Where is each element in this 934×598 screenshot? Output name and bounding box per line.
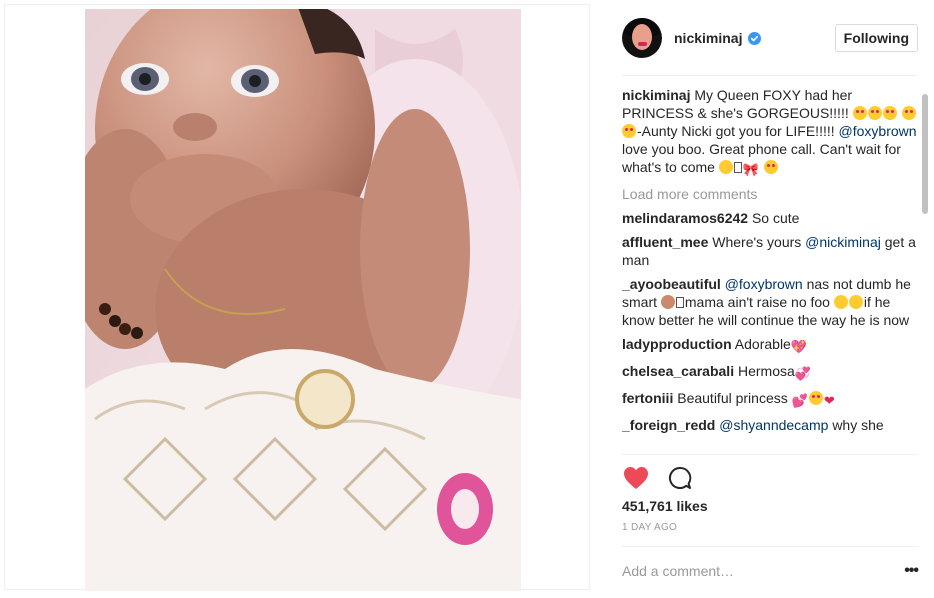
red-heart-emoji-icon: ❤ [823,393,835,408]
more-options-icon[interactable]: ••• [904,562,919,580]
comment-item: melindaramos6242 So cute [622,209,918,227]
heart-eyes-emoji-icon [882,106,897,120]
likes-count[interactable]: 451,761 likes [622,498,708,514]
header-username[interactable]: nickiminaj [674,30,742,46]
unsupported-glyph-icon [675,297,684,308]
comment-text: Beautiful princess [677,390,788,406]
comment-bar-divider [622,546,918,547]
action-bar [622,462,918,494]
comment-username[interactable]: fertoniii [622,390,673,406]
comment-item: _foreign_redd @shyanndecamp why she [622,416,918,434]
caption-text-2: -Aunty Nicki got you for LIFE!!!!! [637,123,835,139]
comments-scrollbar[interactable] [922,84,928,454]
heart-eyes-emoji-icon [901,106,916,120]
post-media-frame [4,4,590,591]
post-timestamp[interactable]: 1 DAY AGO [622,522,677,533]
following-button[interactable]: Following [834,24,918,52]
laughing-emoji-icon [848,295,863,309]
post-sidebar: nickiminaj Following nickiminaj My Queen… [606,0,934,598]
add-comment-input[interactable] [622,563,882,579]
sparkling-heart-emoji-icon: 💖 [790,339,808,354]
comment-bubble-icon [668,466,692,489]
comment-text: why she [832,417,884,433]
two-hearts-emoji-icon: 💞 [794,366,811,381]
caption: nickiminaj My Queen FOXY had her PRINCES… [622,86,918,179]
instagram-post: nickiminaj Following nickiminaj My Queen… [0,0,934,598]
scrollbar-thumb[interactable] [922,94,928,214]
comment-mention[interactable]: @nickiminaj [805,234,881,250]
comment-text: Adorable [734,336,791,352]
grimace-emoji-icon [833,295,848,309]
comment-text: Where's yours [712,234,802,250]
heart-eyes-emoji-icon [867,106,882,120]
heart-icon [624,467,648,489]
post-photo[interactable] [85,9,521,591]
comment-text: Hermosa [737,363,795,379]
like-button[interactable] [622,464,650,492]
kiss-emoji-icon [763,160,778,174]
comment-item: fertoniii Beautiful princess 💕 ❤ [622,389,918,410]
heart-eyes-emoji-icon [622,124,636,138]
heart-eyes-emoji-icon [808,391,823,405]
load-more-comments-link[interactable]: Load more comments [622,185,918,203]
comment-username[interactable]: melindaramos6242 [622,210,748,226]
comment-username[interactable]: ladypproduction [622,336,732,352]
woman-emoji-icon [660,295,675,309]
comment-button[interactable] [666,464,694,492]
comments-list[interactable]: nickiminaj My Queen FOXY had her PRINCES… [622,86,918,454]
post-header: nickiminaj Following [622,16,918,60]
comment-text: mama ain't raise no foo [684,294,830,310]
verified-badge-icon [748,31,762,45]
header-divider [622,75,918,76]
comment-item: affluent_mee Where's yours @nickiminaj g… [622,233,918,269]
caption-text-3: love you boo. Great phone call. Can't wa… [622,141,901,175]
add-comment-bar: ••• [622,556,919,586]
caption-mention[interactable]: @foxybrown [839,123,917,139]
wink-emoji-icon [718,160,733,174]
comment-item: chelsea_carabali Hermosa💞 [622,362,918,383]
pink-hearts-emoji-icon: 💕 [791,393,808,408]
comment-username[interactable]: _foreign_redd [622,417,715,433]
comment-item: ladypproduction Adorable💖 [622,335,918,356]
comment-username[interactable]: _ayoobeautiful [622,276,721,292]
baby-photo-image [85,9,521,591]
caption-username[interactable]: nickiminaj [622,87,690,103]
heart-eyes-emoji-icon [852,106,867,120]
comment-username[interactable]: affluent_mee [622,234,708,250]
comment-username[interactable]: chelsea_carabali [622,363,734,379]
comment-mention[interactable]: @shyanndecamp [719,417,828,433]
comment-text: So cute [751,210,800,226]
unsupported-glyph-icon [733,162,742,173]
comment-mention[interactable]: @foxybrown [725,276,803,292]
ribbon-emoji-icon: 🎀 [742,162,760,177]
comment-item: _ayoobeautiful @foxybrown nas not dumb h… [622,275,918,329]
avatar[interactable] [622,18,662,58]
comments-divider [622,454,918,455]
